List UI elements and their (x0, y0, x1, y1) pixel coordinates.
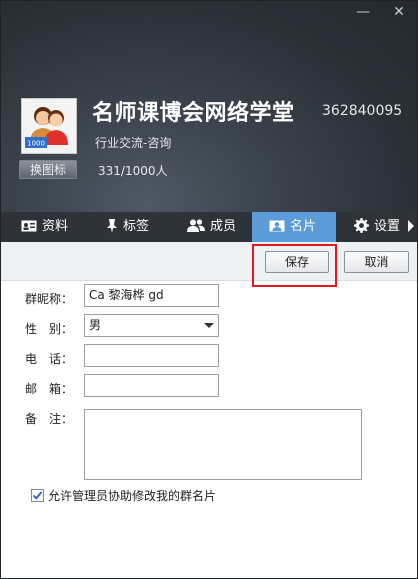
group-info-window: — ✕ 1000 换图标 名师课博会网络学堂 362840095 行业交流-咨询… (0, 0, 418, 579)
pin-icon (107, 218, 117, 233)
email-input[interactable] (84, 374, 219, 397)
avatar-badge: 1000 (27, 140, 45, 148)
change-icon-button[interactable]: 换图标 (19, 160, 77, 179)
group-member-count: 331/1000人 (98, 164, 168, 178)
minimize-button[interactable]: — (351, 3, 375, 21)
chevron-down-icon[interactable] (204, 323, 214, 328)
tab-scroll-right-icon[interactable] (408, 220, 414, 232)
tab-card-label: 名片 (290, 219, 317, 234)
header: — ✕ 1000 换图标 名师课博会网络学堂 362840095 行业交流-咨询… (1, 1, 417, 212)
group-category: 行业交流-咨询 (95, 136, 172, 150)
gender-label: 性 别： (25, 322, 74, 336)
tab-settings-label: 设置 (374, 219, 401, 234)
phone-input[interactable] (84, 344, 219, 367)
group-people-icon: 1000 (25, 107, 68, 148)
card-icon (269, 220, 285, 231)
group-avatar[interactable]: 1000 (21, 98, 77, 154)
note-label: 备 注： (25, 412, 74, 426)
note-textarea[interactable] (84, 409, 362, 480)
tab-profile-label: 资料 (42, 219, 69, 234)
gear-icon (354, 218, 369, 233)
cancel-button[interactable]: 取消 (344, 251, 409, 273)
close-button[interactable]: ✕ (387, 3, 411, 21)
group-name: 名师课博会网络学堂 (92, 101, 295, 126)
id-card-icon (21, 220, 37, 231)
allow-admin-label[interactable]: 允许管理员协助修改我的群名片 (48, 487, 216, 504)
phone-label: 电 话： (25, 352, 74, 366)
nickname-input[interactable]: Ca 黎海桦 gd (84, 284, 219, 307)
email-label: 邮 箱： (25, 382, 74, 396)
checkmark-icon (32, 491, 43, 500)
nickname-label: 群昵称： (25, 292, 74, 306)
gender-value: 男 (89, 318, 102, 332)
tab-bar: 资料 标签 成员 名片 设置 (1, 212, 417, 249)
save-highlight-box (252, 244, 337, 287)
tab-members-label: 成员 (210, 219, 237, 234)
group-id: 362840095 (322, 103, 403, 119)
members-icon (187, 219, 205, 232)
tab-card[interactable]: 名片 (252, 212, 336, 249)
tab-settings[interactable]: 设置 (354, 212, 400, 242)
allow-admin-checkbox[interactable] (31, 489, 44, 502)
tab-profile[interactable]: 资料 (21, 212, 68, 242)
tab-tags-label: 标签 (123, 219, 150, 234)
tab-tags[interactable]: 标签 (106, 212, 149, 242)
tab-members[interactable]: 成员 (187, 212, 236, 242)
gender-select[interactable]: 男 (84, 314, 219, 337)
